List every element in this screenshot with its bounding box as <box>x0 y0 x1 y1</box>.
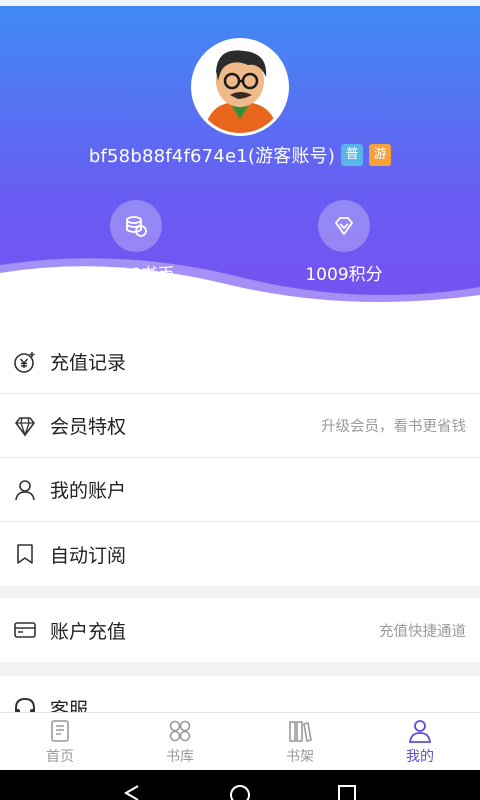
card-icon <box>12 617 38 643</box>
profile-header: bf58b88f4f674e1(游客账号) 普 游 1226书币 1009积分 <box>0 0 480 335</box>
menu-account-recharge-label: 账户充值 <box>50 620 127 643</box>
bookshelf-icon <box>289 720 312 742</box>
user-icon <box>12 477 38 503</box>
menu-my-account-label: 我的账户 <box>50 480 127 502</box>
header-wave <box>0 258 480 335</box>
tab-bookshelf[interactable]: 书架 <box>240 713 360 770</box>
home-nav-icon[interactable] <box>229 784 251 800</box>
diamond-icon <box>318 200 370 252</box>
tab-mine-label: 我的 <box>406 748 434 765</box>
diamond-outline-icon <box>12 413 38 439</box>
coins-icon <box>110 200 162 252</box>
avatar-cartoon-icon <box>194 41 286 133</box>
tab-home-label: 首页 <box>46 748 74 765</box>
level-badge: 普 <box>341 144 364 166</box>
recents-nav-icon[interactable] <box>336 784 358 800</box>
bottom-tab-bar: 首页 书库 书架 我的 <box>0 712 480 770</box>
menu-vip-hint: 升级会员，看书更省钱 <box>321 419 466 435</box>
menu-vip-privilege[interactable]: 会员特权 升级会员，看书更省钱 <box>0 394 480 458</box>
profile-icon <box>408 719 432 743</box>
home-icon <box>51 719 69 742</box>
tab-mine[interactable]: 我的 <box>360 713 480 770</box>
avatar[interactable] <box>191 38 289 136</box>
tab-library[interactable]: 书库 <box>120 713 240 770</box>
menu-group-recharge: 账户充值 充值快捷通道 <box>0 598 480 662</box>
yen-icon <box>12 349 38 375</box>
menu-recharge-record-label: 充值记录 <box>50 352 127 374</box>
username-row: bf58b88f4f674e1(游客账号) 普 游 <box>0 140 480 170</box>
menu-vip-privilege-label: 会员特权 <box>50 416 127 438</box>
library-icon <box>169 720 191 741</box>
menu-recharge-record[interactable]: 充值记录 <box>0 330 480 394</box>
status-strip <box>0 0 480 6</box>
menu-auto-subscribe-label: 自动订阅 <box>50 544 127 567</box>
bookmark-icon <box>12 541 38 567</box>
menu-my-account[interactable]: 我的账户 <box>0 458 480 522</box>
menu-account-recharge[interactable]: 账户充值 充值快捷通道 <box>0 598 480 662</box>
menu-recharge-hint: 充值快捷通道 <box>379 623 466 640</box>
tab-library-label: 书库 <box>166 748 194 765</box>
username: bf58b88f4f674e1(游客账号) <box>88 146 336 167</box>
guest-badge: 游 <box>369 144 392 166</box>
tab-bookshelf-label: 书架 <box>286 748 314 765</box>
menu-group-account: 充值记录 会员特权 升级会员，看书更省钱 我的账户 自动订阅 <box>0 330 480 586</box>
back-nav-icon[interactable] <box>122 784 144 800</box>
tab-home[interactable]: 首页 <box>0 713 120 770</box>
menu-auto-subscribe[interactable]: 自动订阅 <box>0 522 480 586</box>
system-nav-bar <box>0 770 480 800</box>
